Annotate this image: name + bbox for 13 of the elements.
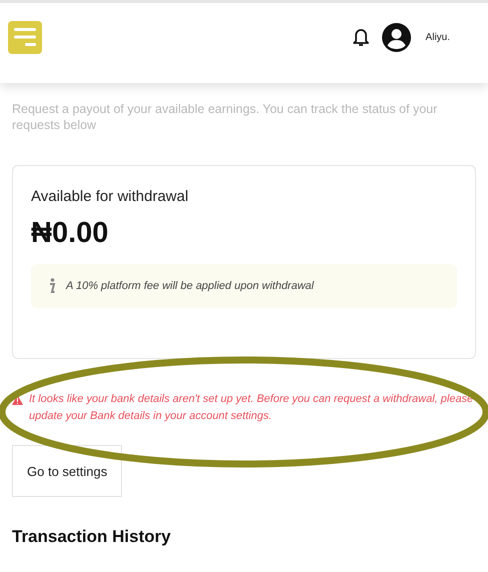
- info-icon: [47, 278, 56, 294]
- user-name: Aliyu.: [426, 32, 450, 42]
- menu-icon: [14, 28, 36, 46]
- fee-note-text: A 10% platform fee will be applied upon withdrawal: [66, 280, 314, 292]
- intro-text: Request a payout of your available earnings. You can track the status of your requests below: [12, 101, 438, 133]
- section-title: Transaction History: [12, 527, 172, 547]
- avatar-icon[interactable]: [382, 22, 411, 52]
- alert-message: It looks like your bank details aren't set up yet. Before you can request a withdrawal, please update your Bank details in your account settings.: [29, 392, 474, 424]
- balance-label: Available for withdrawal: [31, 188, 190, 205]
- warning-icon: [12, 395, 23, 405]
- settings-button[interactable]: Go to settings: [12, 445, 122, 497]
- balance-amount: ₦0.00: [31, 217, 110, 250]
- bell-icon[interactable]: [352, 27, 370, 47]
